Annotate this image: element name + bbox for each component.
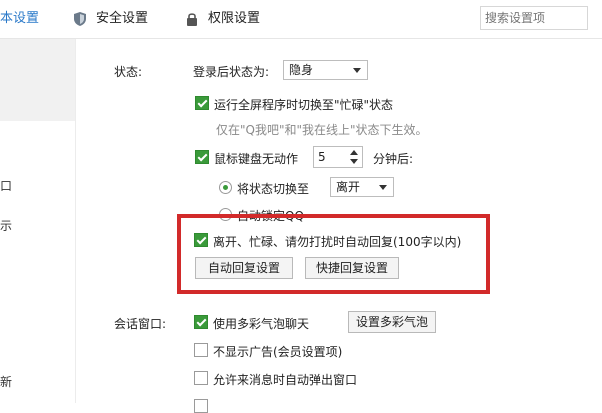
stepper-up-icon[interactable] bbox=[350, 150, 358, 155]
tab-label: 安全设置 bbox=[96, 11, 149, 26]
sidebar-item-label: 示 bbox=[0, 219, 13, 233]
partial-checkbox[interactable] bbox=[194, 399, 208, 413]
sidebar-item-window[interactable]: 口 bbox=[0, 177, 12, 194]
fullscreen-busy-checkbox[interactable] bbox=[195, 96, 209, 110]
tab-label: 权限设置 bbox=[208, 11, 261, 26]
no-ads-label: 不显示广告(会员设置项) bbox=[213, 345, 343, 359]
sidebar-selected-area[interactable] bbox=[0, 39, 75, 121]
login-status-label: 登录后状态为: bbox=[193, 65, 270, 79]
idle-checkbox[interactable] bbox=[195, 150, 209, 164]
highlight-box bbox=[177, 214, 490, 294]
search-box[interactable] bbox=[480, 6, 588, 30]
sidebar-item-label: 新 bbox=[0, 375, 13, 389]
tab-label: 本设置 bbox=[0, 11, 40, 26]
chat-window-section-label: 会话窗口: bbox=[114, 317, 167, 331]
bubble-label: 使用多彩气泡聊天 bbox=[213, 317, 310, 331]
auto-popup-checkbox[interactable] bbox=[194, 371, 208, 385]
status-section-label: 状态: bbox=[114, 65, 143, 79]
login-status-value: 隐身 bbox=[289, 63, 314, 77]
switch-status-select[interactable]: 离开 bbox=[330, 177, 394, 197]
tab-permission-settings[interactable]: 权限设置 bbox=[186, 10, 260, 28]
sidebar-item-display[interactable]: 示 bbox=[0, 217, 12, 234]
switch-status-label: 将状态切换至 bbox=[237, 182, 310, 196]
fullscreen-busy-label: 运行全屏程序时切换至"忙碌"状态 bbox=[214, 98, 394, 112]
sidebar-item-label: 口 bbox=[0, 179, 13, 193]
switch-status-radio[interactable] bbox=[219, 181, 232, 194]
no-ads-checkbox[interactable] bbox=[194, 343, 208, 357]
idle-minutes-value: 5 bbox=[318, 150, 326, 164]
chevron-down-icon bbox=[353, 68, 361, 73]
fullscreen-busy-note: 仅在"Q我吧"和"我在线上"状态下生效。 bbox=[216, 123, 428, 137]
sidebar: 口 示 新 bbox=[0, 39, 75, 403]
bubble-checkbox[interactable] bbox=[194, 315, 208, 329]
idle-unit-label: 分钟后: bbox=[373, 152, 414, 166]
search-input[interactable] bbox=[485, 8, 585, 28]
tab-security-settings[interactable]: 安全设置 bbox=[74, 10, 148, 28]
shield-icon bbox=[74, 12, 86, 26]
idle-label: 鼠标键盘无动作 bbox=[214, 152, 299, 166]
lock-icon bbox=[187, 13, 197, 26]
tab-basic-settings[interactable]: 本设置 bbox=[0, 10, 39, 28]
idle-minutes-stepper[interactable]: 5 bbox=[313, 146, 363, 168]
sidebar-item-update[interactable]: 新 bbox=[0, 373, 12, 390]
login-status-select[interactable]: 隐身 bbox=[283, 60, 368, 80]
switch-status-value: 离开 bbox=[336, 180, 361, 194]
top-tab-bar: 本设置 安全设置 权限设置 bbox=[0, 0, 602, 39]
bubble-settings-button[interactable]: 设置多彩气泡 bbox=[348, 311, 436, 333]
chevron-down-icon bbox=[379, 185, 387, 190]
stepper-down-icon[interactable] bbox=[350, 159, 358, 164]
auto-popup-label: 允许来消息时自动弹出窗口 bbox=[213, 373, 358, 387]
